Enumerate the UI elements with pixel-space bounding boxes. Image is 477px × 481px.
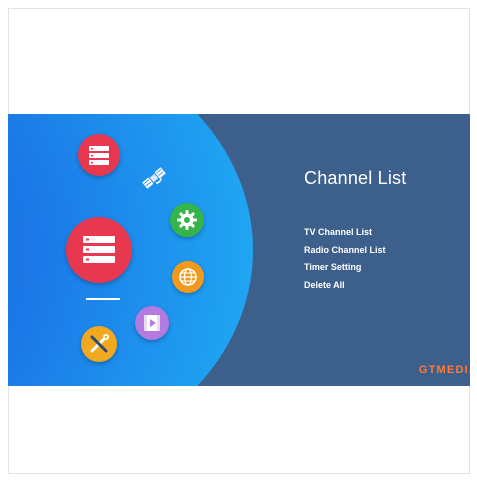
settings-gear-icon[interactable] — [170, 203, 204, 237]
film-glyph-icon — [144, 315, 160, 331]
network-globe-icon[interactable] — [172, 261, 204, 293]
globe-glyph-icon — [179, 268, 197, 286]
list-large-glyph-icon — [83, 236, 115, 263]
wrench-screwdriver-glyph-icon — [90, 334, 109, 353]
menu-item-tv-channel-list[interactable]: TV Channel List — [304, 224, 386, 242]
satellite-glyph-icon — [142, 167, 166, 189]
menu-screen: Channel List TV Channel List Radio Chann… — [8, 114, 470, 386]
list-glyph-icon — [89, 146, 109, 165]
gear-glyph-icon — [177, 210, 197, 230]
tools-icon[interactable] — [81, 326, 117, 362]
satellite-icon[interactable] — [139, 163, 169, 193]
menu-item-radio-channel-list[interactable]: Radio Channel List — [304, 242, 386, 260]
channel-list-large-icon[interactable] — [66, 217, 132, 283]
selection-underline — [86, 298, 120, 300]
brand-logo: GTMEDIA — [418, 364, 470, 376]
page-title: Channel List — [304, 168, 407, 188]
menu-item-delete-all[interactable]: Delete All — [304, 277, 386, 295]
media-player-icon[interactable] — [135, 306, 169, 340]
channel-list-menu: TV Channel List Radio Channel List Timer… — [304, 224, 386, 294]
menu-item-timer-setting[interactable]: Timer Setting — [304, 259, 386, 277]
channel-list-icon[interactable] — [78, 134, 120, 176]
